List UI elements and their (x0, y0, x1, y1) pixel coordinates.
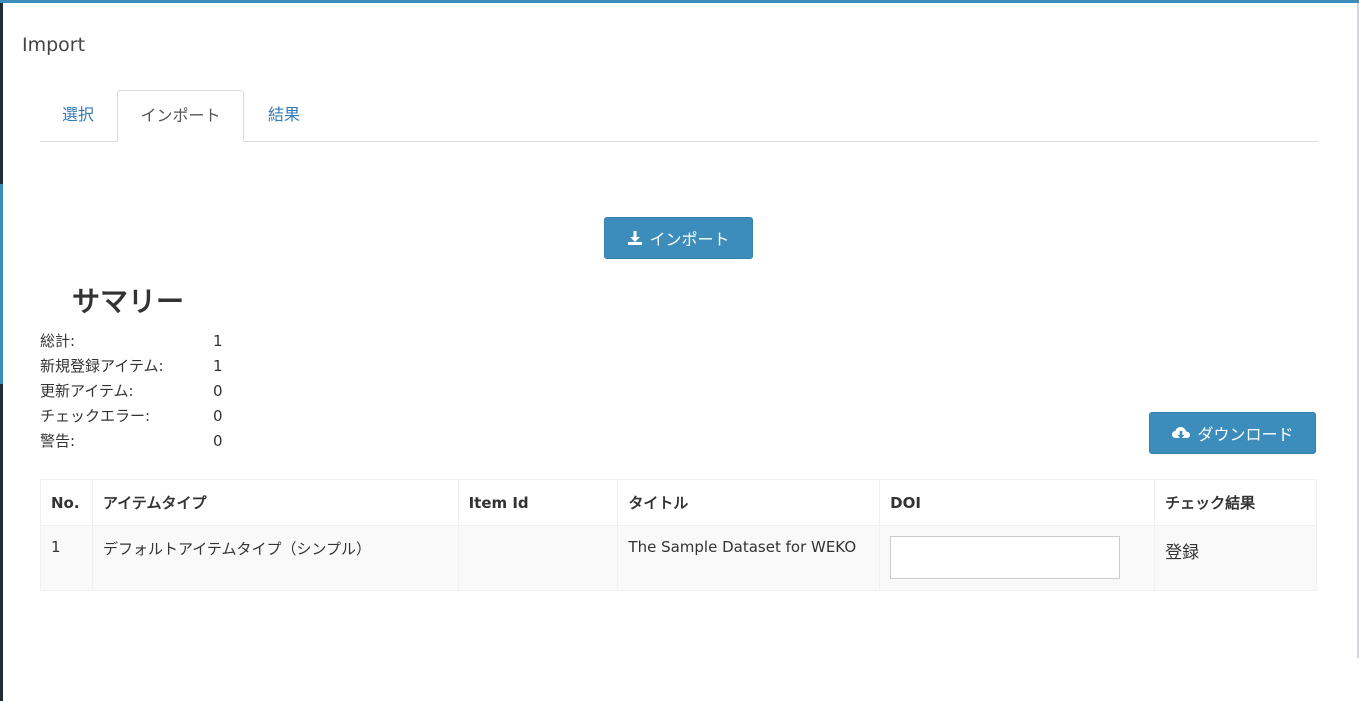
import-button[interactable]: インポート (604, 217, 753, 259)
tab-import[interactable]: インポート (117, 90, 244, 142)
summary-label: 新規登録アイテム: (40, 357, 164, 375)
cloud-download-icon (1172, 427, 1191, 439)
summary-label: 総計: (40, 332, 76, 350)
column-header-item-type: アイテムタイプ (91, 479, 459, 526)
download-button-label: ダウンロード (1197, 425, 1294, 444)
import-button-label: インポート (649, 230, 730, 249)
download-icon (628, 231, 643, 245)
doi-input[interactable] (890, 536, 1121, 579)
tab-result[interactable]: 結果 (245, 90, 323, 142)
cell-check-result: 登録 (1154, 525, 1317, 591)
table-header-row: No. アイテムタイプ Item Id タイトル DOI チェック結果 (40, 479, 1317, 526)
column-header-check-result: チェック結果 (1154, 479, 1317, 526)
summary-value: 0 (213, 382, 223, 400)
cell-doi (879, 525, 1156, 591)
table-row: 1 デフォルトアイテムタイプ（シンプル） The Sample Dataset … (40, 525, 1317, 591)
column-header-title: タイトル (617, 479, 881, 526)
tab-bar: 選択 インポート 結果 (40, 90, 1318, 142)
cell-no: 1 (40, 525, 93, 591)
summary-value: 1 (213, 332, 223, 350)
download-button[interactable]: ダウンロード (1149, 412, 1316, 454)
results-table: No. アイテムタイプ Item Id タイトル DOI チェック結果 1 デフ… (40, 479, 1317, 591)
cell-item-type: デフォルトアイテムタイプ（シンプル） (91, 525, 459, 591)
import-page: Import 選択 インポート 結果 インポート サマリー 総計: 1 新規登録… (0, 0, 1359, 701)
box-title: Import (22, 34, 86, 56)
summary-label: チェックエラー: (40, 407, 151, 425)
column-header-no: No. (40, 479, 93, 526)
summary-label: 更新アイテム: (40, 382, 134, 400)
column-header-item-id: Item Id (457, 479, 619, 526)
top-accent-bar (0, 0, 1359, 3)
summary-label: 警告: (40, 432, 76, 450)
cell-title: The Sample Dataset for WEKO (617, 525, 881, 591)
column-header-doi: DOI (879, 479, 1156, 526)
left-sidebar-accent (0, 184, 3, 384)
summary-value: 0 (213, 432, 223, 450)
summary-value: 0 (213, 407, 223, 425)
cell-item-id (457, 525, 619, 591)
summary-title: サマリー (72, 285, 185, 318)
tab-select[interactable]: 選択 (40, 90, 116, 142)
summary-value: 1 (213, 357, 223, 375)
